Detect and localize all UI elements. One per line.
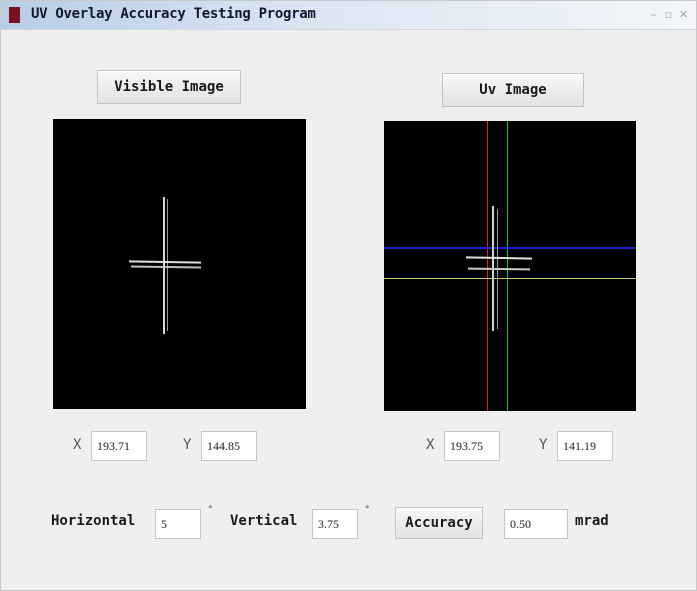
close-icon[interactable]: ✕ (677, 8, 690, 21)
title-bar[interactable]: UV Overlay Accuracy Testing Program – ▫ … (1, 1, 696, 30)
vertical-field[interactable]: 3.75 (312, 509, 358, 539)
mrad-unit-label: mrad (575, 513, 609, 529)
app-icon (9, 7, 20, 23)
blue-crosshair-horizontal (384, 247, 636, 249)
accuracy-button[interactable]: Accuracy (395, 507, 483, 539)
visible-y-label: Y (183, 437, 192, 453)
uv-y-field[interactable]: 141.19 (557, 431, 613, 461)
app-window: UV Overlay Accuracy Testing Program – ▫ … (0, 0, 697, 591)
window-controls: – ▫ ✕ (647, 8, 690, 21)
visible-x-label: X (73, 437, 82, 453)
vertical-degree-symbol: ° (365, 505, 370, 515)
visible-image-view[interactable] (53, 119, 306, 409)
accuracy-field[interactable]: 0.50 (504, 509, 568, 539)
target-horizontal-line-2 (130, 265, 202, 269)
visible-x-field[interactable]: 193.71 (91, 431, 147, 461)
uv-target-horizontal-line-2 (467, 267, 531, 271)
yellow-crosshair-horizontal (384, 278, 636, 279)
visible-y-field[interactable]: 144.85 (201, 431, 257, 461)
green-crosshair-vertical (507, 121, 508, 411)
window-title: UV Overlay Accuracy Testing Program (31, 6, 316, 22)
horizontal-label: Horizontal (51, 513, 136, 529)
horizontal-field[interactable]: 5 (155, 509, 201, 539)
uv-image-view[interactable] (384, 121, 636, 411)
restore-icon[interactable]: ▫ (662, 8, 675, 21)
horizontal-degree-symbol: ° (208, 505, 213, 515)
red-crosshair-vertical (487, 121, 488, 411)
uv-y-label: Y (539, 437, 548, 453)
uv-image-button[interactable]: Uv Image (442, 73, 584, 107)
target-vertical-line-2 (167, 199, 168, 331)
uv-x-label: X (426, 437, 435, 453)
uv-x-field[interactable]: 193.75 (444, 431, 500, 461)
minimize-icon[interactable]: – (647, 8, 660, 21)
vertical-label: Vertical (230, 513, 298, 529)
target-horizontal-line (128, 260, 202, 264)
visible-image-button[interactable]: Visible Image (97, 70, 241, 104)
uv-target-horizontal-line (465, 256, 533, 260)
